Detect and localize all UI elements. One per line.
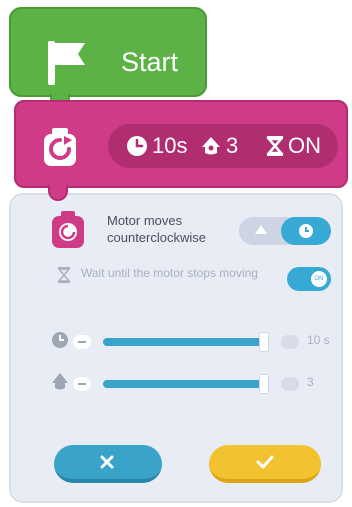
duration-value: 10s <box>152 133 188 158</box>
wait-until-stop-switch[interactable]: ON <box>287 267 331 291</box>
motor-direction-label: Motor moves counterclockwise <box>107 213 206 245</box>
speed-mode-icon <box>255 225 267 234</box>
wait-until-stop-label: Wait until the motor stops moving <box>81 266 258 280</box>
speed-icon <box>52 373 68 390</box>
speed-minus-button[interactable] <box>73 377 91 391</box>
speed-slider-value: 3 <box>307 375 314 389</box>
speed-slider-fill <box>103 380 265 388</box>
start-label: Start <box>121 47 179 77</box>
start-block[interactable]: Start <box>9 7 207 97</box>
check-icon <box>256 455 274 469</box>
motor-settings-panel: Motor moves counterclockwise Wait until … <box>9 193 343 503</box>
duration-plus-button[interactable] <box>281 335 299 349</box>
close-icon <box>100 455 114 469</box>
switch-knob: ON <box>311 271 327 287</box>
flag-icon <box>48 41 85 85</box>
speed-slider-track[interactable] <box>103 374 270 394</box>
duration-minus-button[interactable] <box>73 335 91 349</box>
speed-value: 3 <box>226 133 239 158</box>
speed-icon <box>202 137 220 155</box>
time-mode-option[interactable] <box>281 217 331 245</box>
mode-toggle[interactable] <box>239 217 331 245</box>
wait-value: ON <box>288 133 321 158</box>
duration-slider-track[interactable] <box>103 332 270 352</box>
clock-icon <box>127 136 147 156</box>
clock-icon <box>299 224 313 238</box>
confirm-button[interactable] <box>209 445 321 483</box>
duration-slider-value: 10 s <box>307 333 330 347</box>
motor-rotate-icon <box>44 128 76 166</box>
speed-plus-button[interactable] <box>281 377 299 391</box>
duration-slider-handle[interactable] <box>259 332 270 352</box>
clock-icon <box>52 332 68 348</box>
speed-slider-row: 3 <box>51 371 341 399</box>
hourglass-icon <box>266 136 284 156</box>
cancel-button[interactable] <box>54 445 162 483</box>
speed-slider-handle[interactable] <box>259 374 270 394</box>
hourglass-icon <box>57 267 71 283</box>
duration-slider-fill <box>103 338 265 346</box>
duration-slider-row: 10 s <box>51 329 341 357</box>
motor-rotate-icon <box>52 211 84 248</box>
motor-parameters-pill[interactable]: 10s 3 ON <box>108 124 338 168</box>
motor-command-block[interactable]: 10s 3 ON <box>14 100 348 188</box>
